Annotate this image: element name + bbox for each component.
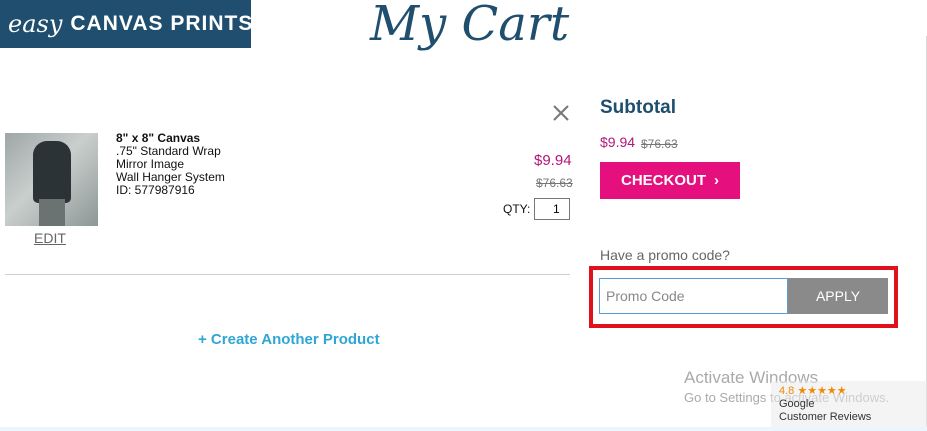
qty-input[interactable] — [534, 198, 570, 220]
qty-label: QTY: — [503, 202, 531, 216]
bottom-bar — [0, 427, 927, 431]
chevron-right-icon: › — [714, 172, 719, 189]
review-caption: Customer Reviews — [779, 411, 872, 423]
subtotal-original-price: $76.63 — [641, 137, 678, 151]
thumbnail-figure — [33, 141, 71, 203]
checkout-button[interactable]: CHECKOUT › — [600, 162, 740, 199]
product-id: ID: 577987916 — [116, 183, 195, 197]
remove-item-button[interactable] — [551, 103, 571, 123]
page-title: My Cart — [370, 0, 570, 52]
google-reviews-badge[interactable]: 4.8 ★★★★★ Google Customer Reviews — [771, 381, 927, 431]
subtotal-title: Subtotal — [600, 97, 676, 118]
logo[interactable]: easy CANVAS PRINTS — [0, 0, 254, 48]
logo-text: CANVAS PRINTS — [70, 12, 254, 35]
create-another-product-link[interactable]: + Create Another Product — [198, 331, 380, 348]
edit-link[interactable]: EDIT — [34, 230, 66, 246]
product-thumbnail[interactable] — [5, 133, 98, 226]
close-icon — [553, 105, 569, 121]
product-details: 8" x 8" Canvas .75" Standard Wrap Mirror… — [116, 132, 225, 197]
promo-code-input[interactable] — [599, 278, 788, 314]
apply-button[interactable]: APPLY — [788, 278, 888, 314]
subtotal-price: $9.94 — [600, 134, 636, 150]
checkout-label: CHECKOUT — [621, 172, 706, 189]
review-source: Google — [779, 398, 815, 410]
logo-script-text: easy — [8, 10, 63, 38]
promo-label: Have a promo code? — [600, 247, 730, 263]
thumbnail-figure-legs — [39, 199, 65, 226]
item-original-price: $76.63 — [536, 176, 573, 190]
cart-divider — [5, 274, 570, 275]
item-price: $9.94 — [534, 152, 572, 169]
review-rating: 4.8 ★★★★★ — [779, 385, 847, 397]
